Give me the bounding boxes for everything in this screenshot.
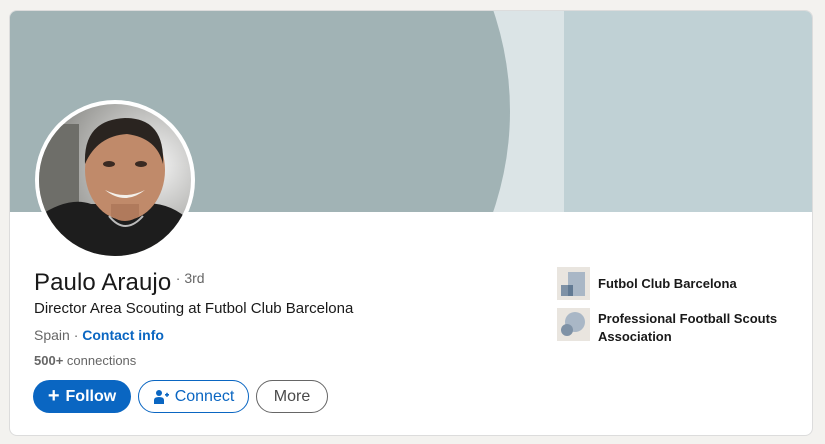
connections-number: 500+ bbox=[34, 353, 64, 368]
plus-icon: + bbox=[47, 384, 60, 407]
connect-button[interactable]: Connect bbox=[138, 380, 249, 413]
connections-label: connections bbox=[63, 353, 137, 368]
org-name: Futbol Club Barcelona bbox=[598, 276, 737, 291]
connect-label: Connect bbox=[174, 387, 235, 405]
connections-count[interactable]: 500+ connections bbox=[34, 353, 136, 368]
profile-name: Paulo Araujo bbox=[34, 269, 172, 296]
location-separator: · bbox=[69, 327, 83, 343]
location-row: Spain · Contact info bbox=[34, 327, 164, 343]
org-item-school[interactable]: Professional Football Scouts Association bbox=[557, 308, 788, 346]
org-item-company[interactable]: Futbol Club Barcelona bbox=[557, 267, 788, 300]
company-logo-icon bbox=[557, 267, 590, 300]
follow-label: Follow bbox=[65, 387, 117, 405]
more-button[interactable]: More bbox=[256, 380, 328, 413]
connection-degree: · 3rd bbox=[175, 270, 205, 286]
add-person-icon bbox=[153, 389, 169, 404]
org-name: Professional Football Scouts Association bbox=[598, 311, 778, 344]
profile-card: Paulo Araujo · 3rd Director Area Scoutin… bbox=[9, 10, 813, 436]
avatar-image bbox=[39, 104, 191, 256]
location: Spain bbox=[34, 327, 70, 343]
profile-headline: Director Area Scouting at Futbol Club Ba… bbox=[34, 300, 354, 317]
contact-info-link[interactable]: Contact info bbox=[82, 327, 164, 343]
follow-button[interactable]: + Follow bbox=[33, 380, 131, 413]
name-row: Paulo Araujo · 3rd bbox=[34, 269, 205, 297]
profile-photo[interactable] bbox=[35, 100, 195, 260]
school-logo-icon bbox=[557, 308, 590, 341]
more-label: More bbox=[273, 387, 311, 405]
